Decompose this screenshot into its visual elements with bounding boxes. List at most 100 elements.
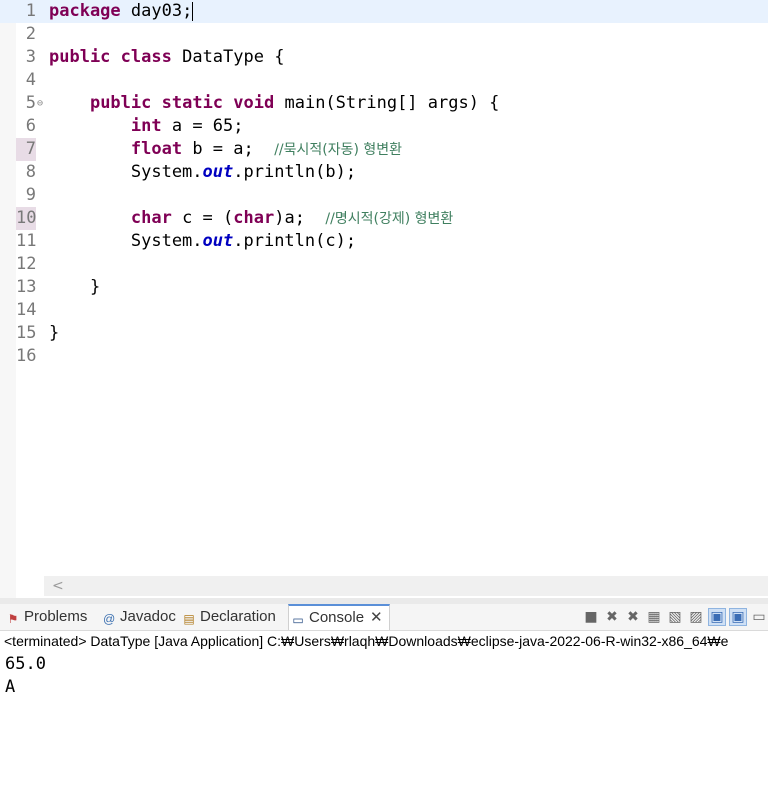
comment-token: //명시적(강제) 형변환 (325, 211, 454, 227)
line-number: 5 (25, 93, 36, 113)
keyword-token: public (49, 47, 111, 67)
keyword-token: public (89, 93, 152, 113)
show-on-output-icon[interactable]: ▣ (708, 608, 726, 626)
console-output-line: A (5, 677, 16, 697)
code-token: .println(c); (233, 231, 357, 251)
code-line[interactable]: 6 int a = 65; (0, 115, 768, 138)
code-line[interactable]: 13 } (0, 276, 768, 299)
problems-icon: ⚑ (7, 612, 19, 626)
code-text: System.out.println(b); (49, 161, 356, 184)
keyword-token: package (49, 1, 121, 21)
code-token: } (49, 323, 60, 343)
show-on-error-icon[interactable]: ▣ (729, 608, 747, 626)
display-console-icon[interactable]: ▭ (750, 608, 768, 626)
code-line[interactable]: 10 char c = (char)a; //명시적(강제) 형변환 (0, 207, 768, 230)
line-number: 7 (16, 138, 36, 161)
tab-label: Javadoc (120, 608, 176, 625)
tab-label: Declaration (200, 608, 276, 625)
code-text: } (49, 322, 59, 345)
line-number: 14 (16, 300, 37, 320)
tab-declaration[interactable]: ▤ Declaration (180, 604, 278, 630)
field-token: out (202, 231, 234, 251)
remove-launch-icon[interactable]: ✖ (603, 608, 621, 626)
line-number: 12 (16, 254, 37, 274)
line-number: 15 (16, 323, 37, 343)
code-text: public class DataType { (49, 46, 284, 69)
keyword-token: char (130, 208, 172, 228)
line-number: 11 (16, 231, 37, 251)
tab-label: Console (309, 609, 365, 626)
code-line[interactable]: 16 (0, 345, 768, 368)
code-text: } (49, 276, 100, 299)
line-number: 1 (25, 1, 36, 21)
code-line[interactable]: 12 (0, 253, 768, 276)
code-token: } (49, 277, 101, 297)
code-token: .println(b); (233, 162, 357, 182)
code-token: System. (49, 162, 203, 182)
fold-toggle-icon[interactable]: ⊖ (37, 92, 43, 115)
tab-javadoc[interactable]: @ Javadoc (100, 604, 178, 630)
line-number: 6 (25, 116, 36, 136)
line-number: 16 (16, 346, 37, 366)
javadoc-icon: @ (102, 612, 116, 626)
clear-console-icon[interactable]: ▦ (645, 608, 663, 626)
scroll-left-arrow[interactable]: < (52, 576, 64, 596)
console-output-line: 65.0 (5, 654, 46, 674)
close-tab-icon[interactable]: ✕ (370, 606, 383, 630)
code-line[interactable]: 3 public class DataType { (0, 46, 768, 69)
code-line[interactable]: 11 System.out.println(c); (0, 230, 768, 253)
line-number: 2 (25, 24, 36, 44)
line-number: 3 (25, 47, 36, 67)
code-token: )a; (274, 208, 326, 228)
code-line[interactable]: 2 (0, 23, 768, 46)
code-line[interactable]: 7 float b = a; //묵시적(자동) 형변환 (0, 138, 768, 161)
declaration-icon: ▤ (183, 612, 195, 626)
line-number: 4 (25, 70, 36, 90)
code-token: main(String[] args) { (274, 93, 500, 113)
keyword-token: class (120, 47, 172, 67)
code-text: char c = (char)a; //명시적(강제) 형변환 (49, 207, 453, 231)
tab-problems[interactable]: ⚑ Problems (4, 604, 89, 630)
keyword-token: char (233, 208, 275, 228)
code-text: public static void main(String[] args) { (49, 92, 499, 115)
code-editor[interactable]: 1 package day03; 2 3 public class DataType {… (0, 0, 768, 598)
code-line[interactable]: 8 System.out.println(b); (0, 161, 768, 184)
terminate-icon[interactable]: ■ (582, 608, 600, 626)
code-line[interactable]: 5 ⊖ public static void main(String[] args… (0, 92, 768, 115)
code-line[interactable]: 14 (0, 299, 768, 322)
code-line[interactable]: 9 (0, 184, 768, 207)
tab-console[interactable]: ▭ Console ✕ (288, 604, 390, 630)
keyword-token: float (130, 139, 183, 159)
line-number: 8 (25, 162, 36, 182)
word-wrap-icon[interactable]: ▨ (687, 608, 705, 626)
code-token: a = 65; (161, 116, 244, 136)
scroll-lock-icon[interactable]: ▧ (666, 608, 684, 626)
code-text: int a = 65; (49, 115, 244, 138)
remove-all-icon[interactable]: ✖ (624, 608, 642, 626)
horizontal-scrollbar[interactable]: < (44, 576, 768, 596)
code-line[interactable]: 4 (0, 69, 768, 92)
line-number: 10 (16, 207, 37, 230)
text-caret (192, 1, 194, 21)
code-line[interactable]: 15} (0, 322, 768, 345)
code-token: b = a; (182, 139, 275, 159)
keyword-token: int (130, 116, 162, 136)
code-text: float b = a; //묵시적(자동) 형변환 (49, 138, 402, 162)
field-token: out (202, 162, 234, 182)
line-number: 13 (16, 277, 37, 297)
line-number: 9 (25, 185, 36, 205)
view-tab-bar: ⚑ Problems @ Javadoc ▤ Declaration ▭ Console ✕ ■… (0, 604, 768, 631)
console-status: <terminated> DataType [Java Application]… (4, 633, 729, 649)
code-token: DataType { (171, 47, 285, 67)
keyword-token: static (161, 93, 224, 113)
tab-label: Problems (24, 608, 88, 625)
code-token: c = ( (171, 208, 234, 228)
code-line[interactable]: 1 package day03; (0, 0, 768, 23)
code-token: System. (49, 231, 203, 251)
